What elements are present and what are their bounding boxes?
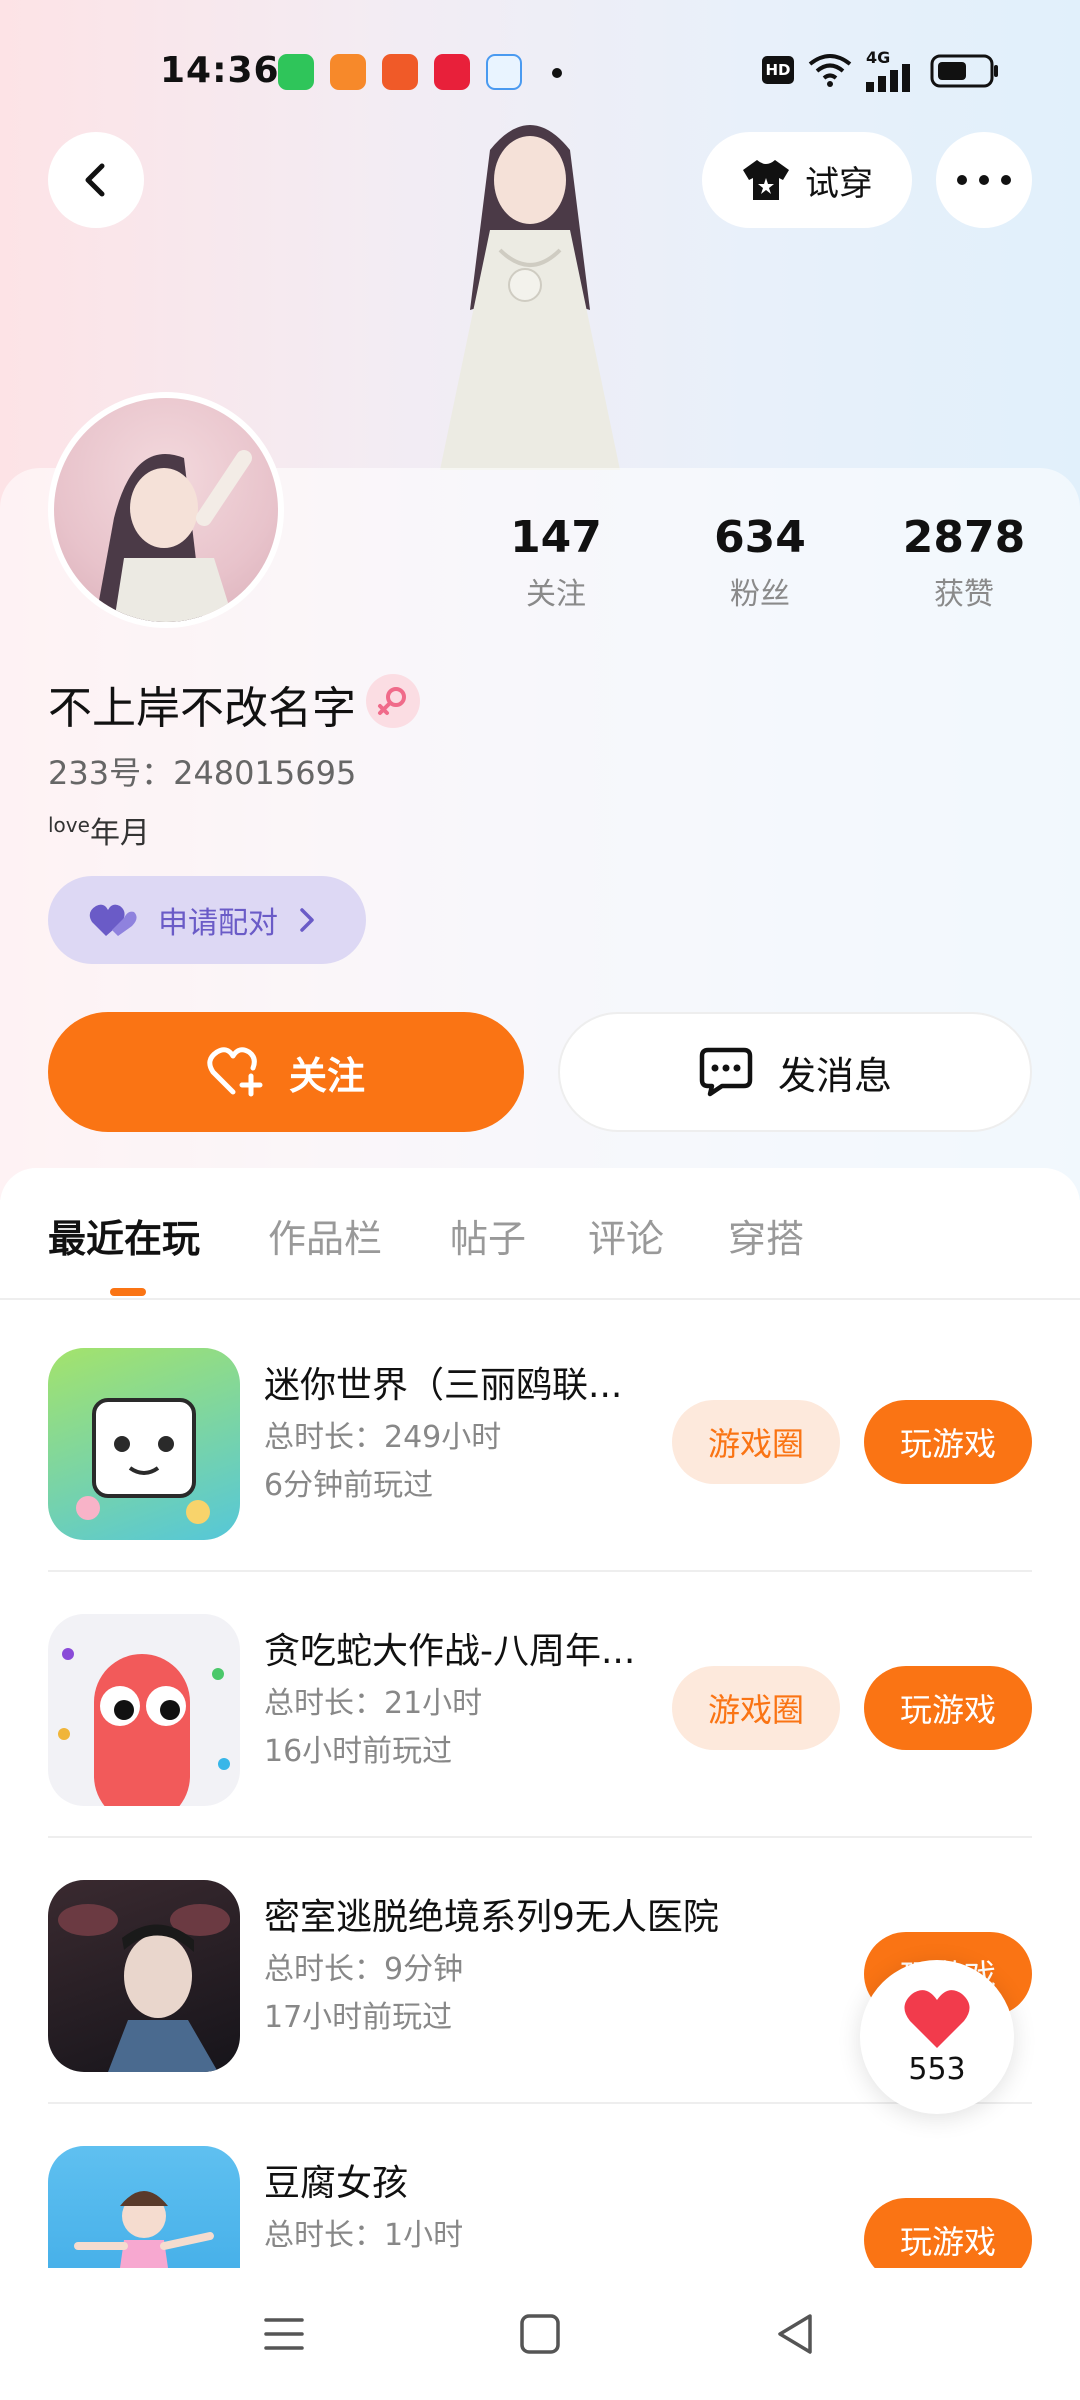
play-game-button[interactable]: 玩游戏 bbox=[864, 1666, 1032, 1750]
status-time: 14:36 bbox=[160, 50, 280, 91]
game-icon-mini-world bbox=[48, 1348, 240, 1540]
game-icon-escape-room bbox=[48, 1880, 240, 2072]
phone-app-icon bbox=[278, 54, 314, 90]
like-count: 553 bbox=[908, 2051, 966, 2087]
request-match-label: 申请配对 bbox=[158, 906, 278, 941]
send-message-label: 发消息 bbox=[777, 1053, 892, 1098]
status-bar: 14:36 HD 4G bbox=[0, 40, 1080, 104]
like-float-button[interactable]: 553 bbox=[860, 1960, 1014, 2114]
tab-posts[interactable]: 帖子 bbox=[450, 1208, 526, 1263]
female-gender-icon bbox=[366, 674, 420, 728]
user-id: 233号：248015695 bbox=[48, 754, 357, 792]
game-total-time: 总时长：1小时 bbox=[264, 2218, 464, 2253]
follow-button[interactable]: 关注 bbox=[48, 1012, 524, 1132]
app-icon-orange bbox=[330, 54, 366, 90]
avatar[interactable] bbox=[48, 392, 284, 628]
play-game-button[interactable]: 玩游戏 bbox=[864, 1400, 1032, 1484]
follow-label: 关注 bbox=[288, 1053, 365, 1098]
stat-likes[interactable]: 2878 获赞 bbox=[874, 512, 1054, 613]
game-row[interactable]: 贪吃蛇大作战-八周年... 总时长：21小时 16小时前玩过 游戏圈 玩游戏 bbox=[48, 1572, 1032, 1838]
stat-following[interactable]: 147 关注 bbox=[466, 512, 646, 613]
signal-icon bbox=[866, 64, 910, 92]
avatar-illustration bbox=[95, 450, 252, 622]
system-nav-bar bbox=[0, 2268, 1080, 2400]
game-title: 密室逃脱绝境系列9无人医院 bbox=[264, 1897, 719, 1938]
app-icon-crimson bbox=[434, 54, 470, 90]
menu-icon[interactable] bbox=[262, 2312, 306, 2356]
battery-icon bbox=[930, 54, 998, 88]
stat-fans[interactable]: 634 粉丝 bbox=[670, 512, 850, 613]
home-icon[interactable] bbox=[518, 2312, 562, 2356]
double-heart-icon bbox=[89, 904, 137, 936]
notification-dot bbox=[552, 68, 562, 78]
bio: love年月 bbox=[48, 808, 150, 852]
game-circle-button[interactable]: 游戏圈 bbox=[672, 1666, 840, 1750]
hd-icon: HD bbox=[762, 56, 794, 84]
send-message-button[interactable]: 发消息 bbox=[558, 1012, 1032, 1132]
chevron-left-icon bbox=[85, 163, 105, 197]
heart-plus-icon bbox=[207, 1047, 263, 1097]
game-title: 迷你世界（三丽鸥联... bbox=[264, 1365, 623, 1406]
game-title: 贪吃蛇大作战-八周年... bbox=[264, 1631, 636, 1672]
likes-label: 获赞 bbox=[934, 577, 994, 612]
try-on-button[interactable]: 试穿 bbox=[702, 132, 912, 228]
active-tab-indicator bbox=[110, 1288, 146, 1296]
game-row[interactable]: 迷你世界（三丽鸥联... 总时长：249小时 6分钟前玩过 游戏圈 玩游戏 bbox=[48, 1306, 1032, 1572]
tshirt-icon bbox=[743, 160, 789, 200]
game-last-played: 16小时前玩过 bbox=[264, 1734, 453, 1769]
likes-count: 2878 bbox=[902, 512, 1026, 563]
avatar-figure-illustration bbox=[440, 125, 620, 470]
request-match-button[interactable]: 申请配对 bbox=[48, 876, 366, 964]
tab-recently-played[interactable]: 最近在玩 bbox=[48, 1208, 200, 1263]
fans-count: 634 bbox=[714, 512, 806, 563]
game-last-played: 17小时前玩过 bbox=[264, 2000, 453, 2035]
tab-comments[interactable]: 评论 bbox=[588, 1208, 664, 1263]
game-last-played: 6分钟前玩过 bbox=[264, 1468, 434, 1503]
app-icon-red bbox=[382, 54, 418, 90]
chat-bubble-icon bbox=[699, 1047, 753, 1097]
following-label: 关注 bbox=[526, 577, 586, 612]
bio-superscript: love bbox=[48, 813, 90, 837]
game-title: 豆腐女孩 bbox=[264, 2163, 409, 2204]
bio-text: 年月 bbox=[89, 816, 150, 851]
game-circle-button[interactable]: 游戏圈 bbox=[672, 1400, 840, 1484]
following-count: 147 bbox=[510, 512, 602, 563]
wifi-icon bbox=[808, 54, 852, 87]
chevron-right-icon bbox=[300, 908, 314, 932]
profile-tabs: 最近在玩 作品栏 帖子 评论 穿搭 bbox=[0, 1208, 1080, 1300]
back-nav-icon[interactable] bbox=[774, 2312, 818, 2356]
fans-label: 粉丝 bbox=[730, 577, 790, 612]
try-on-label: 试穿 bbox=[805, 163, 873, 204]
game-total-time: 总时长：9分钟 bbox=[264, 1952, 464, 1987]
app-icon-blue bbox=[486, 54, 522, 90]
game-total-time: 总时长：21小时 bbox=[264, 1686, 483, 1721]
back-button[interactable] bbox=[48, 132, 144, 228]
more-button[interactable] bbox=[936, 132, 1032, 228]
game-icon-snake bbox=[48, 1614, 240, 1806]
username: 不上岸不改名字 bbox=[48, 683, 356, 734]
game-total-time: 总时长：249小时 bbox=[264, 1420, 502, 1455]
tab-outfits[interactable]: 穿搭 bbox=[728, 1208, 804, 1263]
heart-icon bbox=[904, 1989, 970, 2048]
more-dots-icon bbox=[957, 175, 1011, 185]
tab-works[interactable]: 作品栏 bbox=[268, 1208, 382, 1263]
